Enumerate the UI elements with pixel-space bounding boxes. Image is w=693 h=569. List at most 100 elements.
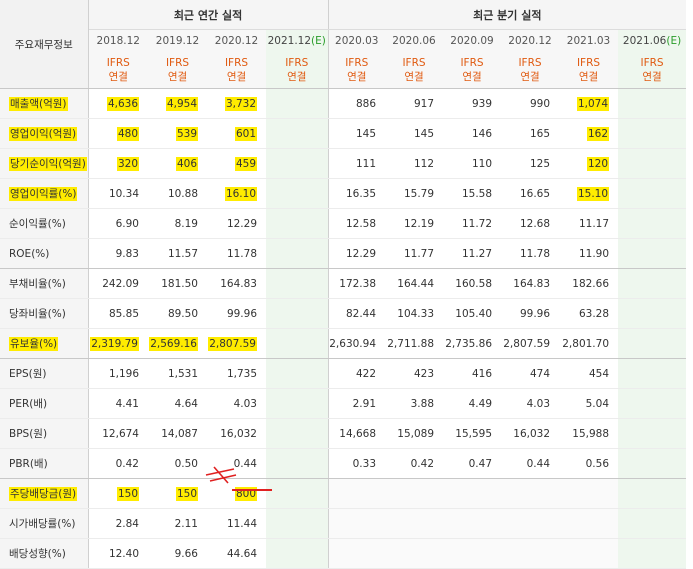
cell-text: 105.40	[455, 307, 493, 320]
cell-text: 0.33	[352, 457, 377, 470]
cell-text: 11.78	[519, 247, 551, 260]
cell-value: 150	[88, 478, 148, 509]
accounting-standard: IFRS 연결	[88, 52, 148, 89]
cell-value	[266, 268, 329, 299]
cell-value: 2,807.59	[501, 328, 560, 359]
row-label: PER(배)	[0, 388, 89, 419]
cell-text: 2.84	[115, 517, 139, 530]
period-label: 2020.12	[508, 35, 552, 47]
cell-value: 422	[327, 358, 386, 389]
cell-value: 181.50	[148, 268, 207, 299]
cell-value: 4,954	[148, 88, 207, 119]
annual-header: 최근 연간 실적	[88, 0, 329, 30]
cell-text: 2,807.59	[208, 336, 257, 351]
cell-value: 165	[501, 118, 560, 149]
cell-value: 160.58	[443, 268, 502, 299]
cell-value: 4.49	[443, 388, 502, 419]
cell-value	[618, 148, 687, 179]
cell-value	[618, 298, 687, 329]
cell-value	[618, 88, 687, 119]
cell-text: 16,032	[220, 427, 257, 440]
cell-value: 44.64	[207, 538, 266, 569]
row-label-text: BPS(원)	[9, 428, 48, 440]
cell-text: 8.19	[174, 217, 198, 230]
cell-text: 89.50	[167, 307, 198, 320]
cell-value	[327, 508, 386, 539]
cell-value: 2,801.70	[559, 328, 619, 359]
cell-text: 10.88	[167, 187, 198, 200]
red-check-annotation	[205, 466, 237, 484]
row-label-text: 주당배당금(원)	[9, 487, 78, 501]
cell-text: 320	[116, 156, 139, 171]
quarter-header: 최근 분기 실적	[327, 0, 687, 30]
cell-text: 0.56	[585, 457, 610, 470]
basis-label: 연결	[108, 71, 128, 83]
cell-value	[559, 538, 619, 569]
cell-text: 12.19	[403, 217, 435, 230]
cell-value: 990	[501, 88, 560, 119]
row-label-text: 시가배당률(%)	[9, 518, 76, 530]
cell-value	[618, 448, 687, 479]
cell-text: 182.66	[572, 277, 610, 290]
table-row: BPS(원) 12,674 14,087 16,032 14,668 15,089 15,5…	[0, 418, 687, 449]
row-label: 당기순이익(억원)	[0, 148, 89, 179]
cell-value	[266, 478, 329, 509]
cell-value: 15,089	[385, 418, 444, 449]
cell-value	[266, 178, 329, 209]
cell-value	[385, 508, 444, 539]
cell-value: 146	[443, 118, 502, 149]
accounting-standard: IFRS 연결	[148, 52, 207, 89]
period-header: 2019.12	[148, 29, 207, 52]
cell-text: 12,674	[102, 427, 139, 440]
cell-text: 1,735	[226, 367, 257, 380]
basis-label: 연결	[520, 71, 540, 83]
cell-value	[266, 298, 329, 329]
cell-text: 422	[355, 367, 377, 380]
cell-value: 164.44	[385, 268, 444, 299]
cell-text: 0.42	[115, 457, 139, 470]
cell-value: 10.88	[148, 178, 207, 209]
cell-text: 4.64	[174, 397, 198, 410]
cell-text: 164.44	[397, 277, 435, 290]
cell-text: 63.28	[578, 307, 610, 320]
row-label: PBR(배)	[0, 448, 89, 479]
cell-value: 112	[385, 148, 444, 179]
cell-value: 11.72	[443, 208, 502, 239]
cell-value: 1,735	[207, 358, 266, 389]
cell-value: 454	[559, 358, 619, 389]
cell-text: 3,732	[224, 96, 257, 111]
cell-text: 145	[355, 127, 377, 140]
row-label-text: 유보율(%)	[9, 337, 59, 351]
standard-label: IFRS	[460, 57, 484, 69]
cell-text: 0.42	[410, 457, 435, 470]
cell-value: 4.64	[148, 388, 207, 419]
cell-text: 15,595	[455, 427, 493, 440]
cell-value: 1,074	[559, 88, 619, 119]
basis-label: 연결	[347, 71, 367, 83]
standard-label: IFRS	[285, 57, 309, 69]
cell-value: 14,668	[327, 418, 386, 449]
period-label: 2020.09	[450, 35, 494, 47]
period-label: 2019.12	[155, 35, 200, 47]
cell-text: 1,531	[167, 367, 198, 380]
cell-value: 150	[148, 478, 207, 509]
period-label: 2018.12	[96, 35, 140, 47]
period-header: 2020.06	[385, 29, 444, 52]
cell-value	[618, 328, 687, 359]
cell-text: 2,319.79	[90, 336, 139, 351]
cell-value	[559, 508, 619, 539]
standard-label: IFRS	[106, 57, 130, 69]
cell-value: 11.44	[207, 508, 266, 539]
cell-text: 9.83	[115, 247, 139, 260]
row-label: 영업이익(억원)	[0, 118, 89, 149]
cell-text: 14,668	[339, 427, 377, 440]
cell-value: 82.44	[327, 298, 386, 329]
accounting-standard: IFRS 연결	[618, 52, 687, 89]
cell-value: 11.27	[443, 238, 502, 269]
cell-text: 15,089	[397, 427, 435, 440]
cell-value: 2,569.16	[148, 328, 207, 359]
cell-value: 9.83	[88, 238, 148, 269]
cell-text: 44.64	[226, 547, 257, 560]
financial-summary-panel: 주요재무정보 최근 연간 실적 최근 분기 실적 2018.12 2019.12 2…	[0, 0, 687, 569]
cell-value: 4,636	[88, 88, 148, 119]
